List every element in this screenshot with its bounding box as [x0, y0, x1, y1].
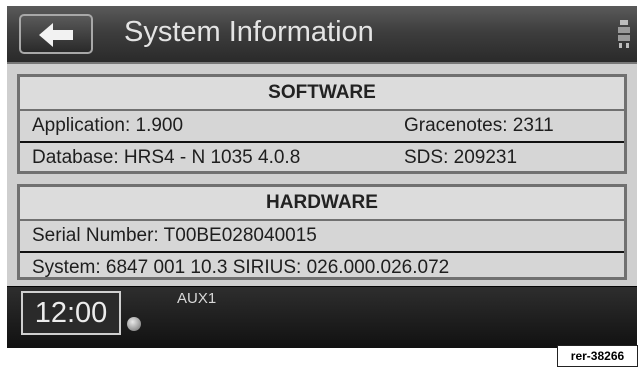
device-icon[interactable]	[617, 19, 631, 49]
globe-icon	[127, 317, 141, 331]
system-sirius-versions: System: 6847 001 10.3 SIRIUS: 026.000.02…	[32, 257, 450, 278]
gracenotes-version: Gracenotes: 2311	[404, 115, 554, 136]
clock-button[interactable]: 12:00	[21, 291, 121, 335]
reference-code: rer-38266	[557, 345, 638, 367]
software-heading: SOFTWARE	[20, 77, 624, 111]
hardware-row-1: Serial Number: T00BE028040015	[20, 221, 624, 251]
radio-screen: System Information SOFTWARE Application:…	[7, 6, 637, 348]
status-bar: 12:00 AUX1	[7, 287, 637, 348]
application-version: Application: 1.900	[32, 115, 184, 136]
software-row-1: Application: 1.900 Gracenotes: 2311	[20, 111, 624, 141]
sds-version: SDS: 209231	[404, 147, 518, 168]
hardware-row-2: System: 6847 001 10.3 SIRIUS: 026.000.02…	[20, 251, 624, 283]
hardware-heading: HARDWARE	[20, 187, 624, 221]
software-section: SOFTWARE Application: 1.900 Gracenotes: …	[17, 74, 627, 174]
serial-number: Serial Number: T00BE028040015	[32, 225, 317, 246]
hardware-section: HARDWARE Serial Number: T00BE028040015 S…	[17, 184, 627, 280]
audio-source-label: AUX1	[177, 290, 217, 307]
back-button[interactable]	[19, 14, 93, 54]
back-arrow-icon	[39, 23, 73, 47]
page-title: System Information	[124, 16, 374, 48]
header-bar: System Information	[7, 6, 637, 64]
database-version: Database: HRS4 - N 1035 4.0.8	[32, 147, 301, 168]
info-panel: SOFTWARE Application: 1.900 Gracenotes: …	[7, 64, 637, 286]
software-row-2: Database: HRS4 - N 1035 4.0.8 SDS: 20923…	[20, 141, 624, 173]
